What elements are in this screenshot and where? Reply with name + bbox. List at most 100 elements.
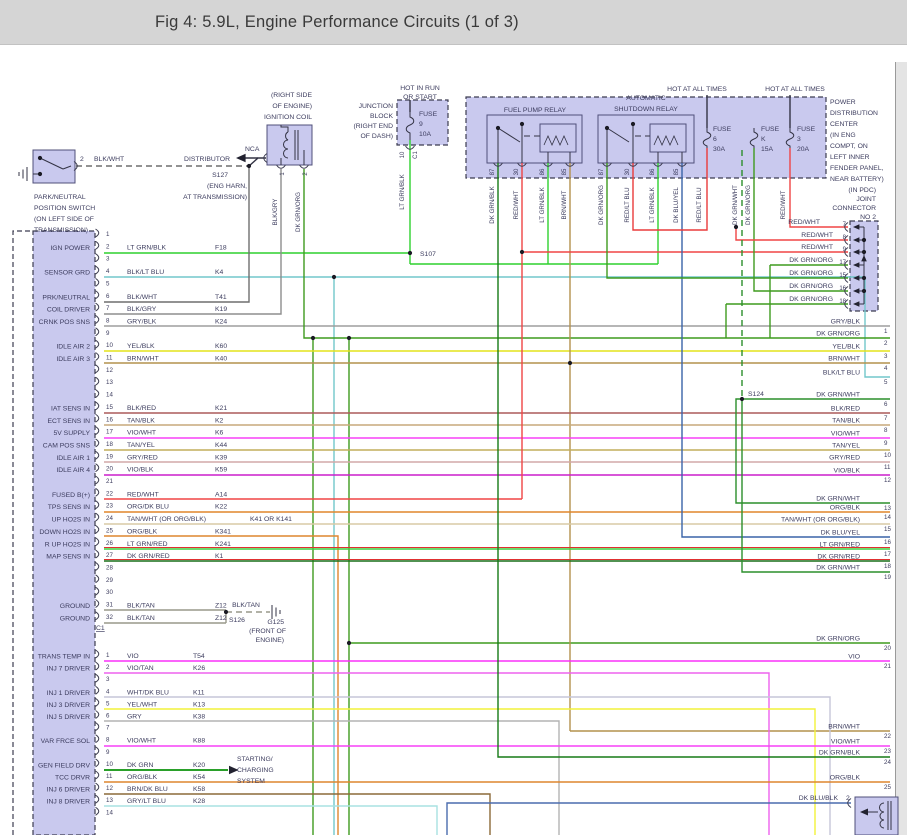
wire-color-label: ORG/BLK xyxy=(830,775,861,782)
circuit-code-label: K1 xyxy=(215,553,224,560)
pcm-pin-name: MAP SENS IN xyxy=(46,554,90,561)
diagram-label: 16 xyxy=(839,286,846,292)
splice-dot xyxy=(311,336,315,340)
pcm-pin-icon xyxy=(96,377,99,385)
pcm-pin-icon xyxy=(96,328,99,336)
wire-exit-number: 4 xyxy=(884,365,888,372)
pcm-pin-number: 21 xyxy=(106,478,113,485)
diagram-label: OF ENGINE) xyxy=(272,103,312,110)
circuit-code-label: K21 xyxy=(215,405,227,412)
pcm-pin-icon xyxy=(96,525,99,533)
diagram-label: 86 xyxy=(540,168,546,175)
diagram-label: DISTRIBUTION xyxy=(830,110,878,117)
circuit-code-label: K58 xyxy=(193,786,205,793)
circuit-code-label: A14 xyxy=(215,491,227,498)
diagram-label: DK GRN/ORG xyxy=(789,270,833,277)
wire-dk-blu-blk xyxy=(447,803,851,835)
diagram-label: (RIGHT SIDE xyxy=(271,92,313,99)
diagram-label: 2 xyxy=(846,795,850,802)
wire-exit-number: 5 xyxy=(884,379,888,386)
circuit-code-label: K6 xyxy=(215,430,224,437)
wire-color-label: DK GRN/RED xyxy=(817,554,860,561)
wire-color-label: VIO/BLK xyxy=(834,468,861,475)
wire-exit-number: 11 xyxy=(884,464,891,471)
circuit-code-label: K59 xyxy=(215,467,227,474)
circuit-code-label: K11 xyxy=(193,689,205,696)
pcm-pin-number: 31 xyxy=(106,602,113,609)
diagram-label: DK BLU/YEL xyxy=(673,187,680,223)
diagram-label: OR START xyxy=(403,94,437,101)
wire-exit-number: 14 xyxy=(884,514,891,521)
diagram-label: HOT AT ALL TIMES xyxy=(765,86,825,93)
pcm-pin-icon xyxy=(96,241,99,249)
wire-exit-number: 16 xyxy=(884,539,891,546)
diagram-label: BLK/TAN xyxy=(232,602,260,609)
diagram-label: DK GRN/ORG xyxy=(789,257,833,264)
diagram-label: RED/WHT xyxy=(788,219,820,226)
pcm-pin-name: GROUND xyxy=(60,603,90,610)
figure-title: Fig 4: 5.9L, Engine Performance Circuits… xyxy=(0,13,519,32)
diagram-label: G125 xyxy=(267,619,284,626)
wire-exit-number: 17 xyxy=(884,551,891,558)
pcm-pin-name: TCC DRVR xyxy=(55,775,90,782)
diagram-label: DK GRN/ORG xyxy=(745,185,752,225)
diagram-label: NO 2 xyxy=(860,214,876,221)
diagram-label: 15 xyxy=(839,273,846,279)
wire-color-label: BLK/WHT xyxy=(127,294,157,301)
wire-gry-lt-blu xyxy=(104,806,437,835)
wire-color-label: BRN/WHT xyxy=(828,724,860,731)
pcm-pin-icon xyxy=(96,439,99,447)
pcm-pin-name: FUSED B(+) xyxy=(52,492,90,499)
pcm-pin-name: ECT SENS IN xyxy=(47,418,90,425)
pcm-pin-icon xyxy=(96,575,99,583)
wire-color-label: ORG/BLK xyxy=(127,774,158,781)
diagram-label: RED/LT BLU xyxy=(624,187,631,222)
splice-dot xyxy=(496,126,500,130)
wire-gry xyxy=(104,721,559,835)
wire-color-label: YEL/WHT xyxy=(127,701,157,708)
circuit-code-label: K39 xyxy=(215,454,227,461)
pcm-pin-number: 30 xyxy=(106,589,113,596)
pcm-pin-icon xyxy=(96,686,99,694)
diagram-label: S127 xyxy=(212,172,228,179)
circuit-code-label: K44 xyxy=(215,442,227,449)
wire-color-label: LT GRN/RED xyxy=(127,541,168,548)
diagram-label: (ENG HARN, xyxy=(207,183,247,190)
diagram-label: BLK/WHT xyxy=(94,156,124,163)
wire-color-label: GRY/RED xyxy=(127,454,158,461)
wire-blk-gry xyxy=(104,169,281,314)
diagram-label: RED/WHT xyxy=(780,190,787,219)
splice-dot xyxy=(862,250,866,254)
pcm-pin-name: INJ 7 DRIVER xyxy=(47,666,91,673)
pcm-pin-number: 8 xyxy=(106,737,110,744)
wire-exit-number: 2 xyxy=(884,340,888,347)
circuit-code-label: F18 xyxy=(215,244,227,251)
diagram-label: RED/LT BLU xyxy=(696,187,703,222)
pcm-pin-number: 11 xyxy=(106,773,113,780)
diagram-label: 6 xyxy=(713,136,717,143)
wire-color-label: BLK/TAN xyxy=(127,603,155,610)
pcm-pin-icon xyxy=(96,476,99,484)
diagram-label: (IN PDC) xyxy=(848,187,876,194)
diagram-label: DK BLU/BLK xyxy=(799,795,839,802)
wire-color-label: BLK/TAN xyxy=(127,615,155,622)
circuit-code-label: K24 xyxy=(215,318,227,325)
wire-color-label: GRY/BLK xyxy=(831,319,861,326)
diagram-label: DK GRN/ORG xyxy=(295,192,302,232)
diagram-label: BLOCK xyxy=(370,113,394,120)
splice-dot xyxy=(38,172,42,176)
pcm-pin-number: 20 xyxy=(106,466,113,473)
pcm-pin-name: UP HO2S IN xyxy=(52,517,90,524)
diagram-label: 10A xyxy=(419,131,432,138)
diagram-label: 30 xyxy=(625,168,631,175)
wire-exit-number: 23 xyxy=(884,748,891,755)
wire-exit-number: 3 xyxy=(884,353,888,360)
pcm-pin-number: 13 xyxy=(106,379,113,386)
pcm-pin-number: 2 xyxy=(106,664,110,671)
diagram-label: COMPT, ON xyxy=(830,143,868,150)
wire-exit-number: 21 xyxy=(884,663,891,670)
pcm-pin-number: 6 xyxy=(106,713,110,720)
circuit-code-label: K28 xyxy=(193,798,205,805)
pcm-pin-number: 23 xyxy=(106,503,113,510)
pcm-pin-icon xyxy=(96,538,99,546)
